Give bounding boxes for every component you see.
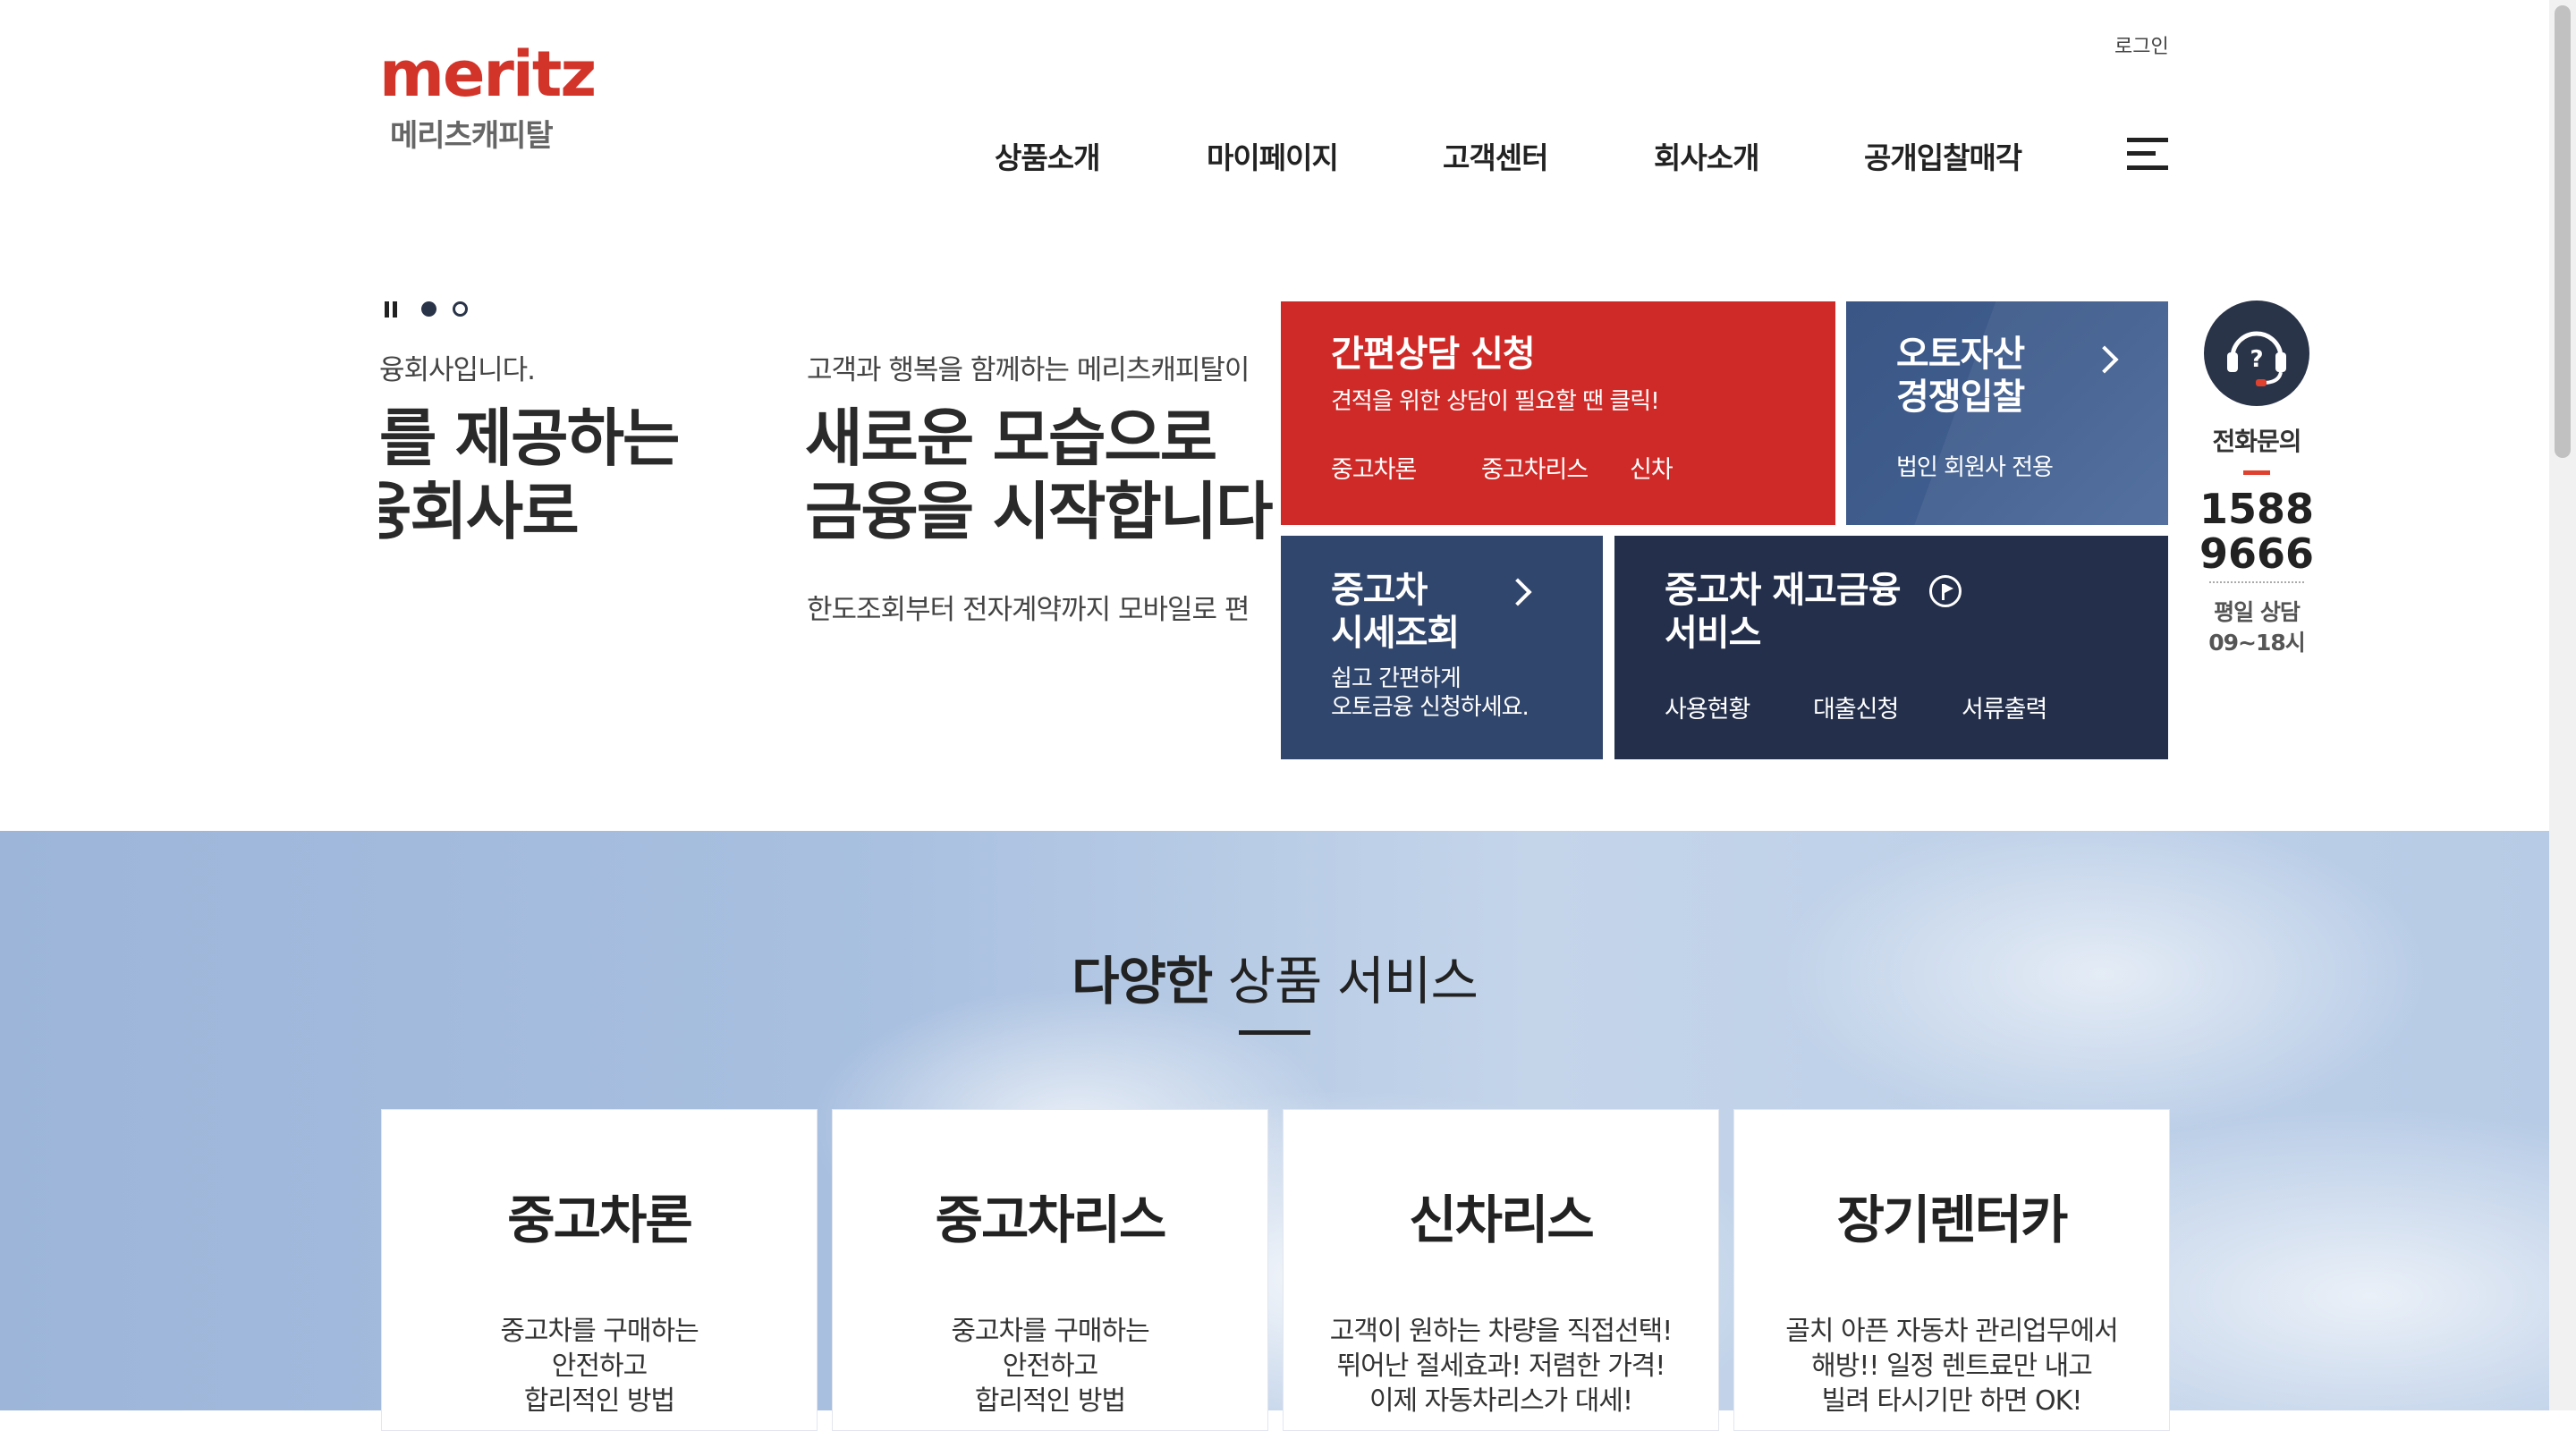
nav-item-public-auction[interactable]: 공개입찰매각 xyxy=(1864,134,2022,177)
inventory-link-loan-apply[interactable]: 대출신청 xyxy=(1813,690,1899,724)
inventory-link-print-docs[interactable]: 서류출력 xyxy=(1962,690,2047,724)
chevron-right-icon[interactable] xyxy=(1504,578,1532,606)
slide-small-text: 고객과 행복을 함께하는 메리츠캐피탈이 xyxy=(807,354,1250,386)
nav-item-mypage[interactable]: 마이페이지 xyxy=(1207,134,1339,177)
inventory-finance-tile[interactable]: 중고차 재고금융 서비스 사용현황 대출신청 서류출력 xyxy=(1614,536,2168,759)
call-label: 전화문의 xyxy=(2212,427,2301,456)
flag-icon[interactable] xyxy=(1929,575,1962,607)
price-title-line2: 시세조회 xyxy=(1331,613,1460,654)
service-card-title: 중고차리스 xyxy=(935,1190,1167,1250)
service-card-desc: 중고차를 구매하는 안전하고 합리적인 방법 xyxy=(500,1316,699,1417)
hero-slider: 융회사입니다. 를 제공하는 융회사로 고객과 행복을 함께하는 메리츠캐피탈이… xyxy=(379,340,1281,644)
service-card-long-term-rental[interactable]: 장기렌터카 골치 아픈 자동차 관리업무에서 해방!! 일정 렌트료만 내고 빌… xyxy=(1733,1109,2170,1431)
call-divider xyxy=(2209,581,2304,583)
auction-subtitle: 법인 회원사 전용 xyxy=(1896,454,2054,481)
headset-icon[interactable]: ? xyxy=(2204,301,2309,406)
service-card-title: 중고차론 xyxy=(507,1190,692,1250)
slide-dot-1[interactable] xyxy=(421,301,436,317)
menu-icon[interactable] xyxy=(2127,138,2168,170)
nav-item-products[interactable]: 상품소개 xyxy=(995,134,1100,177)
call-number[interactable]: 1588 9666 xyxy=(2191,487,2322,576)
logo-subtext[interactable]: 메리츠캐피탈 xyxy=(390,111,554,155)
prev-slide-heading-line2: 융회사로 xyxy=(379,475,580,548)
service-card-used-car-loan[interactable]: 중고차론 중고차를 구매하는 안전하고 합리적인 방법 xyxy=(381,1109,818,1431)
slide-heading-line1: 새로운 모습으로 xyxy=(805,402,1217,475)
prev-slide-heading-line1: 를 제공하는 xyxy=(379,402,680,475)
login-link[interactable]: 로그인 xyxy=(2114,30,2169,59)
consult-link-used-car-lease[interactable]: 중고차리스 xyxy=(1481,450,1589,485)
price-title-line1: 중고차 xyxy=(1331,570,1428,611)
inventory-link-usage[interactable]: 사용현황 xyxy=(1665,690,1750,724)
consult-link-used-car-loan[interactable]: 중고차론 xyxy=(1331,450,1417,485)
slide-description: 한도조회부터 전자계약까지 모바일로 편 xyxy=(807,594,1250,626)
slide-dot-2[interactable] xyxy=(453,301,468,317)
nav-item-company[interactable]: 회사소개 xyxy=(1654,134,1759,177)
svg-text:?: ? xyxy=(2250,346,2263,373)
service-card-desc: 고객이 원하는 차량을 직접선택! 뛰어난 절세효과! 저렴한 가격! 이제 자… xyxy=(1329,1316,1673,1417)
inventory-title-line2: 서비스 xyxy=(1665,613,1761,654)
consult-tile[interactable]: 간편상담 신청 견적을 위한 상담이 필요할 땐 클릭! 중고차론 중고차리스 … xyxy=(1281,301,1835,525)
services-title-underline xyxy=(1239,1030,1310,1035)
service-card-desc: 중고차를 구매하는 안전하고 합리적인 방법 xyxy=(951,1316,1149,1417)
service-card-title: 장기렌터카 xyxy=(1836,1190,2069,1250)
price-lookup-tile[interactable]: 중고차 시세조회 쉽고 간편하게 오토금융 신청하세요. xyxy=(1281,536,1603,759)
slide-heading-line2: 금융을 시작합니다 xyxy=(805,475,1274,548)
scrollbar-thumb[interactable] xyxy=(2555,5,2571,458)
service-card-used-car-lease[interactable]: 중고차리스 중고차를 구매하는 안전하고 합리적인 방법 xyxy=(832,1109,1268,1431)
nav-item-customer-center[interactable]: 고객센터 xyxy=(1443,134,1548,177)
services-title: 다양한 상품 서비스 xyxy=(1072,951,1479,1012)
logo-text[interactable]: meritz xyxy=(379,43,597,106)
consult-link-new-car[interactable]: 신차 xyxy=(1630,450,1674,485)
service-card-new-car-lease[interactable]: 신차리스 고객이 원하는 차량을 직접선택! 뛰어난 절세효과! 저렴한 가격!… xyxy=(1283,1109,1719,1431)
pause-icon[interactable] xyxy=(385,301,399,318)
auction-title-line2: 경쟁입찰 xyxy=(1896,377,2025,418)
consult-title[interactable]: 간편상담 신청 xyxy=(1331,332,1536,377)
service-card-title: 신차리스 xyxy=(1409,1190,1594,1250)
auction-tile[interactable]: 오토자산 경쟁입찰 법인 회원사 전용 xyxy=(1846,301,2168,525)
service-card-desc: 골치 아픈 자동차 관리업무에서 해방!! 일정 렌트료만 내고 빌려 타시기만… xyxy=(1785,1316,2118,1417)
call-hours: 평일 상담 09~18시 xyxy=(2208,599,2306,656)
price-subtitle-line1: 쉽고 간편하게 xyxy=(1331,665,1462,692)
call-accent-bar xyxy=(2243,470,2270,475)
consult-subtitle: 견적을 위한 상담이 필요할 땐 클릭! xyxy=(1331,388,1660,415)
prev-slide-small-text: 융회사입니다. xyxy=(379,354,536,386)
auction-title-line1: 오토자산 xyxy=(1896,334,2025,375)
inventory-title-line1: 중고차 재고금융 xyxy=(1665,570,1902,611)
price-subtitle-line2: 오토금융 신청하세요. xyxy=(1331,694,1530,721)
